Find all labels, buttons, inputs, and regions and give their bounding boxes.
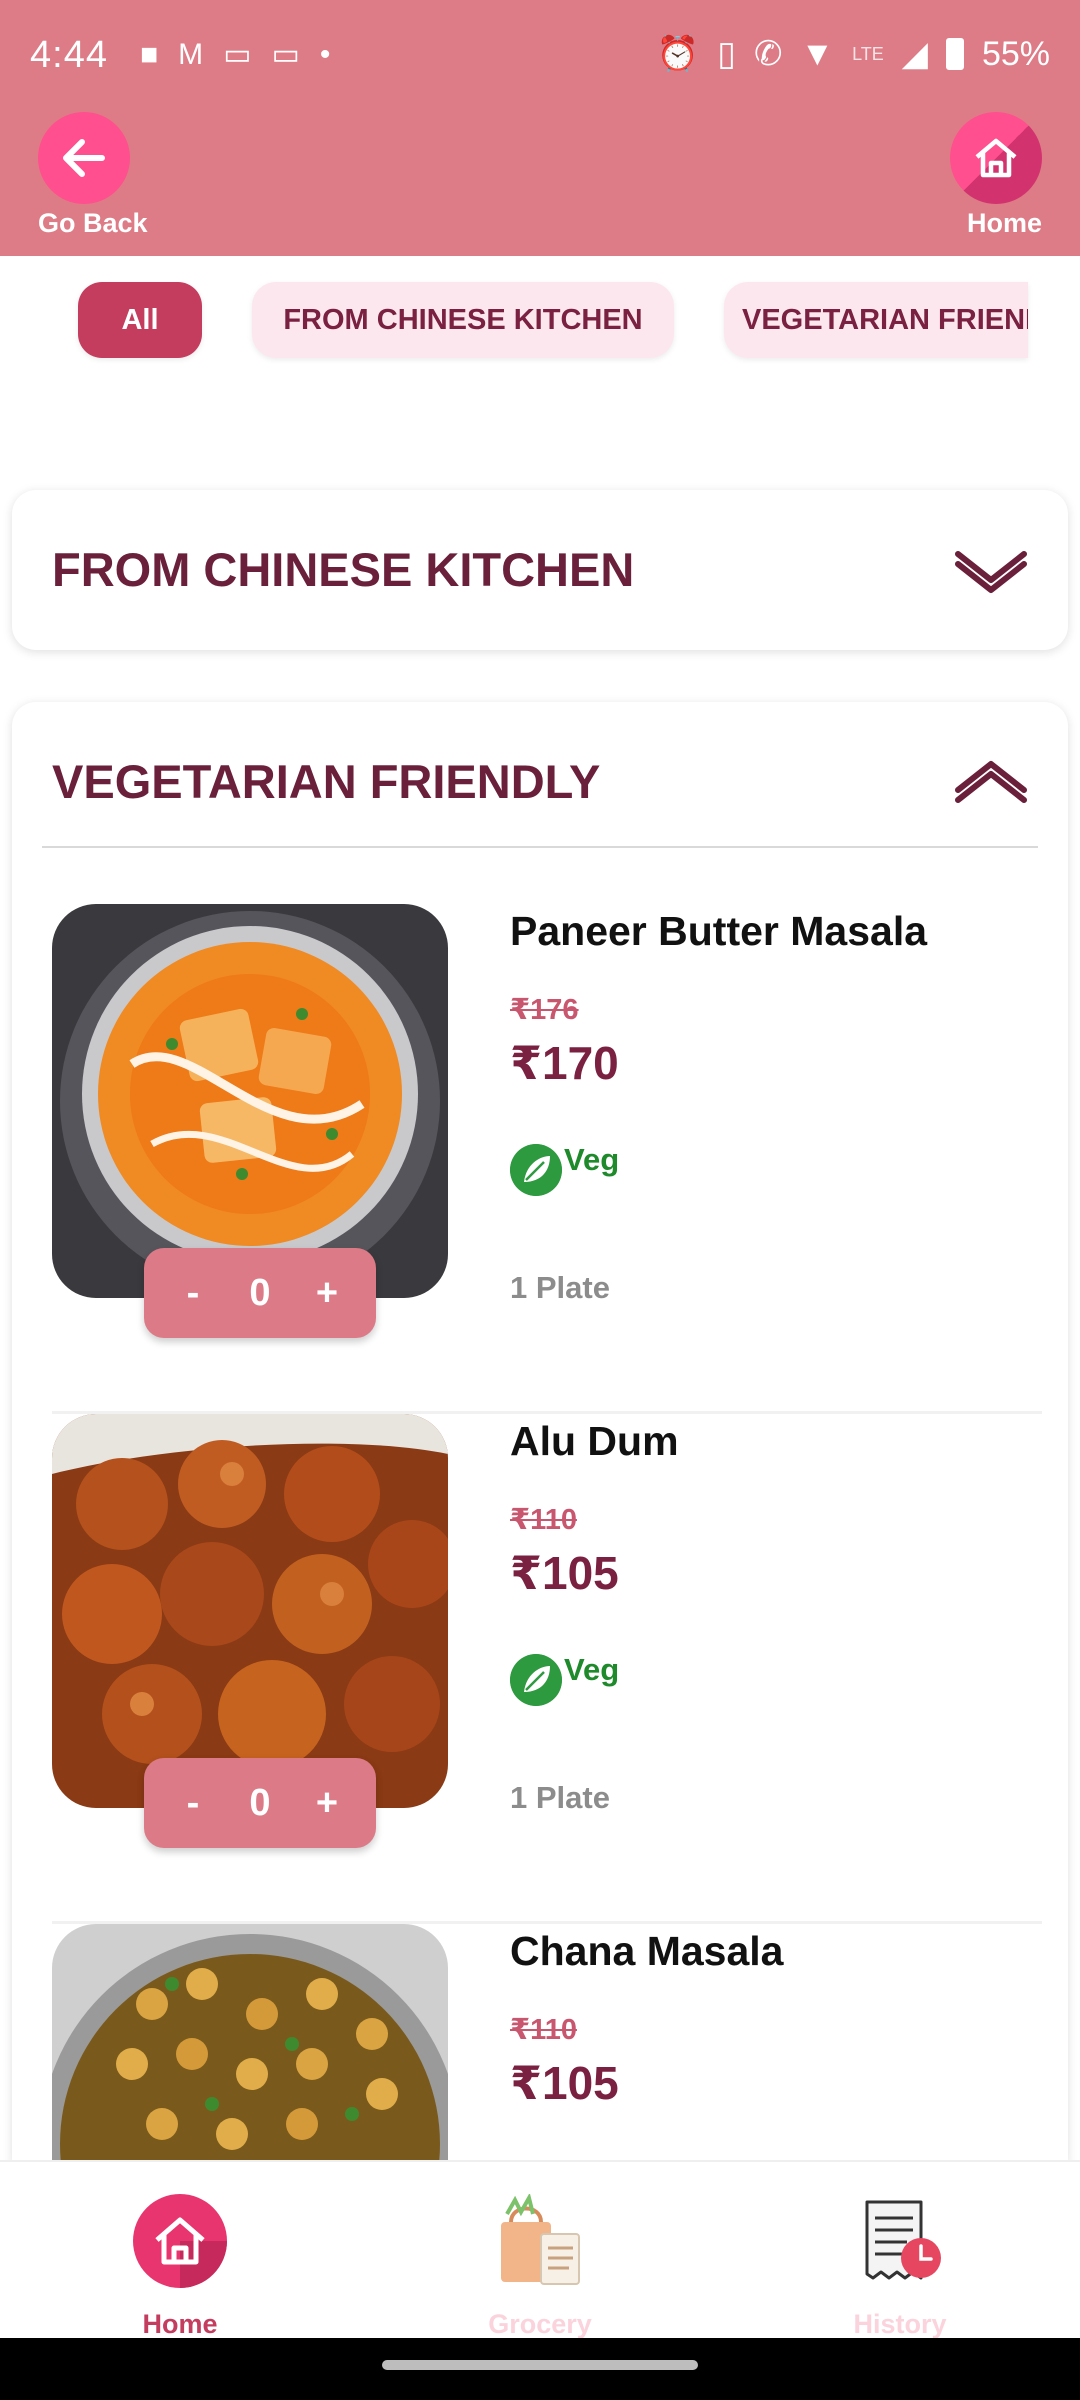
veg-label: Veg: [564, 1142, 620, 1177]
wifi-icon: ▼: [800, 34, 835, 73]
quantity-stepper: - 0 +: [144, 1248, 376, 1338]
bottom-nav-home-label: Home: [142, 2309, 218, 2339]
section-vegetarian-friendly: VEGETARIAN FRIENDLY - 0 + Paneer Butter …: [12, 702, 1068, 2164]
increment-button[interactable]: +: [302, 1272, 352, 1315]
price: ₹105: [510, 1547, 619, 1599]
quantity-value: 0: [249, 1781, 271, 1824]
category-chips: All FROM CHINESE KITCHEN VEGETARIAN FRIE…: [0, 280, 1080, 364]
battery-percent: 55%: [981, 34, 1050, 73]
menu-item: Chana Masala ₹110 ₹105: [52, 1924, 1042, 2164]
status-time: 4:44: [30, 34, 108, 76]
home-icon: [975, 138, 1017, 178]
message-icon: ▭: [223, 38, 252, 71]
quantity-stepper: - 0 +: [144, 1758, 376, 1848]
chana-masala-image: [52, 1924, 448, 2164]
message-icon-2: ▭: [271, 38, 300, 71]
menu-item: - 0 + Paneer Butter Masala ₹176 ₹170 Veg…: [52, 904, 1042, 1414]
leaf-icon: [510, 1654, 562, 1706]
history-receipt-icon: [865, 2200, 941, 2280]
notification-icons: ■ M ▭ ▭ •: [140, 38, 330, 72]
status-bar: 4:44 ■ M ▭ ▭ • ⏰ ▯ ✆ ▼ LTE ◢ 55%: [0, 0, 1080, 110]
system-status-icons: ⏰ ▯ ✆ ▼ LTE ◢ 55%: [657, 34, 1050, 74]
price: ₹170: [510, 1037, 619, 1089]
top-header: 4:44 ■ M ▭ ▭ • ⏰ ▯ ✆ ▼ LTE ◢ 55% Go Back…: [0, 0, 1080, 256]
leaf-icon: [510, 1144, 562, 1196]
menu-item: - 0 + Alu Dum ₹110 ₹105 Veg 1 Plate: [52, 1414, 1042, 1924]
vibrate-icon: ▯: [717, 35, 736, 73]
quantity-value: 0: [249, 1271, 271, 1314]
signal-icon: ◢: [901, 35, 928, 73]
home-icon: [133, 2194, 227, 2288]
grocery-bag-icon: [501, 2192, 580, 2285]
section-title: FROM CHINESE KITCHEN: [52, 543, 635, 596]
chip-vegetarian-friendly[interactable]: VEGETARIAN FRIENDLY: [724, 282, 1028, 358]
veg-badge: Veg: [510, 1142, 620, 1196]
decrement-button[interactable]: -: [168, 1782, 218, 1825]
serving-size: 1 Plate: [510, 1270, 610, 1305]
bottom-navigation: Home Grocery History: [0, 2160, 1080, 2340]
alu-dum-image: [52, 1414, 448, 1808]
veg-badge: Veg: [510, 1652, 620, 1706]
square-notification-icon: ■: [140, 38, 159, 71]
paneer-butter-masala-image: [52, 904, 448, 1298]
bottom-nav-history-label: History: [853, 2309, 947, 2339]
decrement-button[interactable]: -: [168, 1272, 218, 1315]
go-back-button[interactable]: [38, 112, 130, 204]
lte-label: LTE: [852, 43, 884, 64]
item-name: Chana Masala: [510, 1928, 784, 1974]
serving-size: 1 Plate: [510, 1780, 610, 1815]
original-price: ₹176: [510, 994, 579, 1026]
chevron-down-icon[interactable]: [952, 544, 1030, 594]
dot-icon: •: [319, 38, 331, 71]
section-title: VEGETARIAN FRIENDLY: [52, 755, 601, 808]
increment-button[interactable]: +: [302, 1782, 352, 1825]
veg-label: Veg: [564, 1652, 620, 1687]
item-name: Paneer Butter Masala: [510, 908, 928, 954]
bottom-nav-grocery-label: Grocery: [488, 2309, 592, 2339]
bottom-nav-history[interactable]: History: [810, 2194, 990, 2340]
call-icon: ✆: [753, 35, 783, 73]
chevron-up-icon[interactable]: [952, 760, 1030, 810]
chip-chinese-kitchen[interactable]: FROM CHINESE KITCHEN: [252, 282, 674, 358]
gmail-icon: M: [178, 38, 204, 71]
alarm-icon: ⏰: [656, 35, 700, 73]
go-back-label: Go Back: [38, 208, 148, 238]
home-label: Home: [966, 208, 1042, 238]
item-name: Alu Dum: [510, 1418, 679, 1464]
arrow-left-icon: [63, 139, 105, 177]
gesture-home-handle[interactable]: [382, 2360, 698, 2370]
bottom-nav-grocery[interactable]: Grocery: [450, 2192, 630, 2340]
original-price: ₹110: [510, 2014, 577, 2046]
section-divider: [42, 846, 1038, 848]
chip-all[interactable]: All: [78, 282, 202, 358]
original-price: ₹110: [510, 1504, 577, 1536]
system-navigation-bar: [0, 2338, 1080, 2400]
battery-icon: [945, 38, 964, 70]
home-button[interactable]: [950, 112, 1042, 204]
section-chinese-kitchen[interactable]: FROM CHINESE KITCHEN: [12, 490, 1068, 650]
bottom-nav-home[interactable]: Home: [90, 2194, 270, 2340]
price: ₹105: [510, 2057, 619, 2109]
